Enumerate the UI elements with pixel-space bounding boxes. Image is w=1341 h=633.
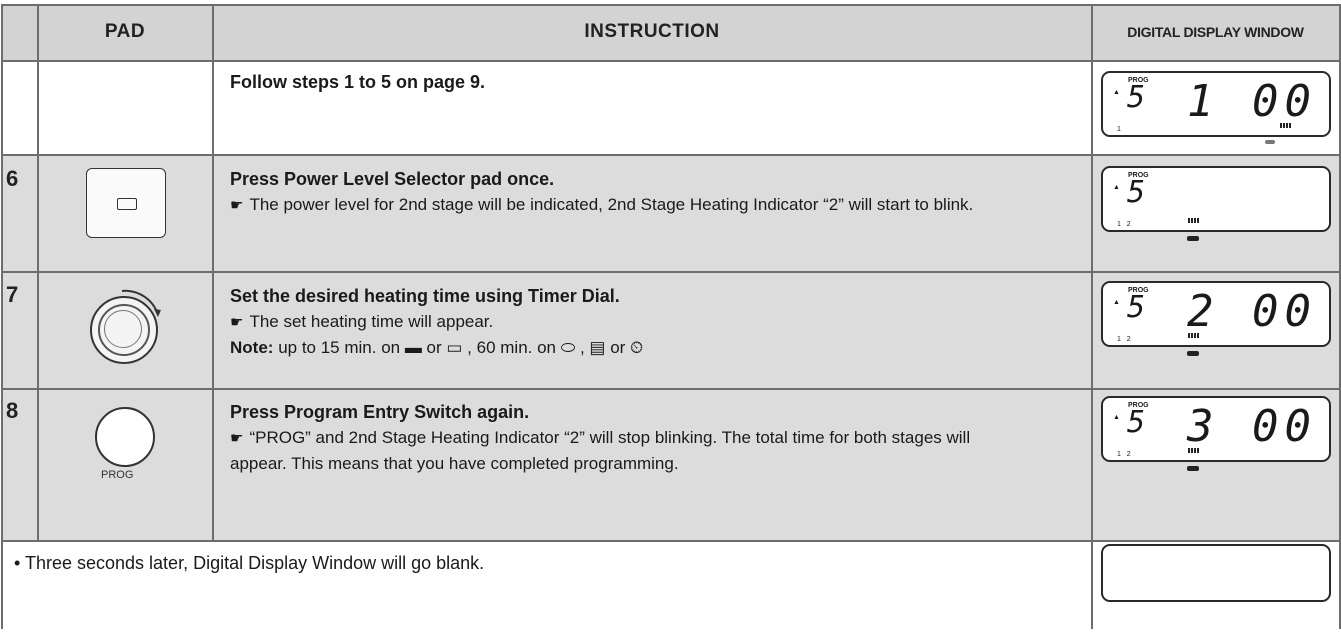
row-prelim-title: Follow steps 1 to 5 on page 9. xyxy=(230,72,486,92)
step-6-title: Press Power Level Selector pad once. xyxy=(230,169,555,189)
step-8-instruction: Press Program Entry Switch again. “PROG”… xyxy=(230,400,1070,476)
stage-2-indicator xyxy=(1187,236,1199,241)
lcd-time-digits: 3 00 xyxy=(1187,401,1317,452)
step-6-bullet: The power level for 2nd stage will be in… xyxy=(230,195,973,214)
lcd-power-digit: 5 xyxy=(1127,175,1146,210)
lcd-indicator-triangle: ▲ xyxy=(1113,89,1120,96)
display-window-step-6: PROG ▲ 5 1 2 xyxy=(1101,166,1331,232)
note-label: Note: xyxy=(230,338,274,357)
stage-2-indicator xyxy=(1187,466,1199,471)
lcd-indicator-triangle: ▲ xyxy=(1113,184,1120,191)
lcd-indicator-triangle: ▲ xyxy=(1113,414,1120,421)
step-8-bullet: “PROG” and 2nd Stage Heating Indicator “… xyxy=(230,425,1030,476)
header-display: DIGITAL DISPLAY WINDOW xyxy=(1127,24,1304,40)
lcd-power-bars xyxy=(1280,123,1292,128)
lcd-time-digits: 1 00 xyxy=(1187,76,1317,127)
display-window-step-8: PROG ▲ 5 3 00 1 2 xyxy=(1101,396,1331,462)
lcd-power-digit: 5 xyxy=(1127,290,1146,325)
row-prelim-instruction: Follow steps 1 to 5 on page 9. xyxy=(230,70,1070,95)
stage-indicator xyxy=(1265,140,1275,144)
lcd-stage-index: 1 2 xyxy=(1117,221,1131,228)
step-7-bullet: The set heating time will appear. xyxy=(230,312,493,331)
step-number-6: 6 xyxy=(6,166,19,191)
instruction-table: PAD INSTRUCTION DIGITAL DISPLAY WINDOW F… xyxy=(0,0,1341,633)
lcd-power-bars xyxy=(1188,333,1200,338)
step-number-8: 8 xyxy=(6,398,19,423)
program-entry-switch[interactable] xyxy=(95,407,155,467)
step-7-title: Set the desired heating time using Timer… xyxy=(230,286,620,306)
step-7-note: Note: up to 15 min. on ▬ or ▭ , 60 min. … xyxy=(230,338,643,357)
lcd-indicator-triangle: ▲ xyxy=(1113,299,1120,306)
lcd-time-digits: 2 00 xyxy=(1187,286,1317,337)
program-entry-label: PROG xyxy=(101,469,134,481)
step-6-instruction: Press Power Level Selector pad once. The… xyxy=(230,167,1070,218)
display-window-prelim: PROG ▲ 5 1 00 1 xyxy=(1101,71,1331,137)
display-window-blank xyxy=(1101,544,1331,602)
header-pad: PAD xyxy=(104,21,146,42)
stage-2-indicator xyxy=(1187,351,1199,356)
lcd-power-digit: 5 xyxy=(1127,405,1146,440)
lcd-stage-index: 1 2 xyxy=(1117,451,1131,458)
footer-note: • Three seconds later, Digital Display W… xyxy=(14,553,485,573)
note-text: up to 15 min. on ▬ or ▭ , 60 min. on ⬭ ,… xyxy=(278,338,644,357)
power-level-selector-pad[interactable] xyxy=(86,168,166,238)
header-instruction: INSTRUCTION xyxy=(584,21,720,42)
rotate-arrow-icon xyxy=(121,289,161,317)
lcd-stage-index: 1 xyxy=(1117,126,1121,133)
display-window-step-7: PROG ▲ 5 2 00 1 2 xyxy=(1101,281,1331,347)
lcd-stage-index: 1 2 xyxy=(1117,336,1131,343)
step-7-instruction: Set the desired heating time using Timer… xyxy=(230,284,1070,360)
lcd-power-bars xyxy=(1188,448,1200,453)
step-number-7: 7 xyxy=(6,282,19,307)
step-8-title: Press Program Entry Switch again. xyxy=(230,402,530,422)
lcd-power-bars xyxy=(1188,218,1200,223)
power-level-icon xyxy=(117,198,137,210)
lcd-power-digit: 5 xyxy=(1127,80,1146,115)
